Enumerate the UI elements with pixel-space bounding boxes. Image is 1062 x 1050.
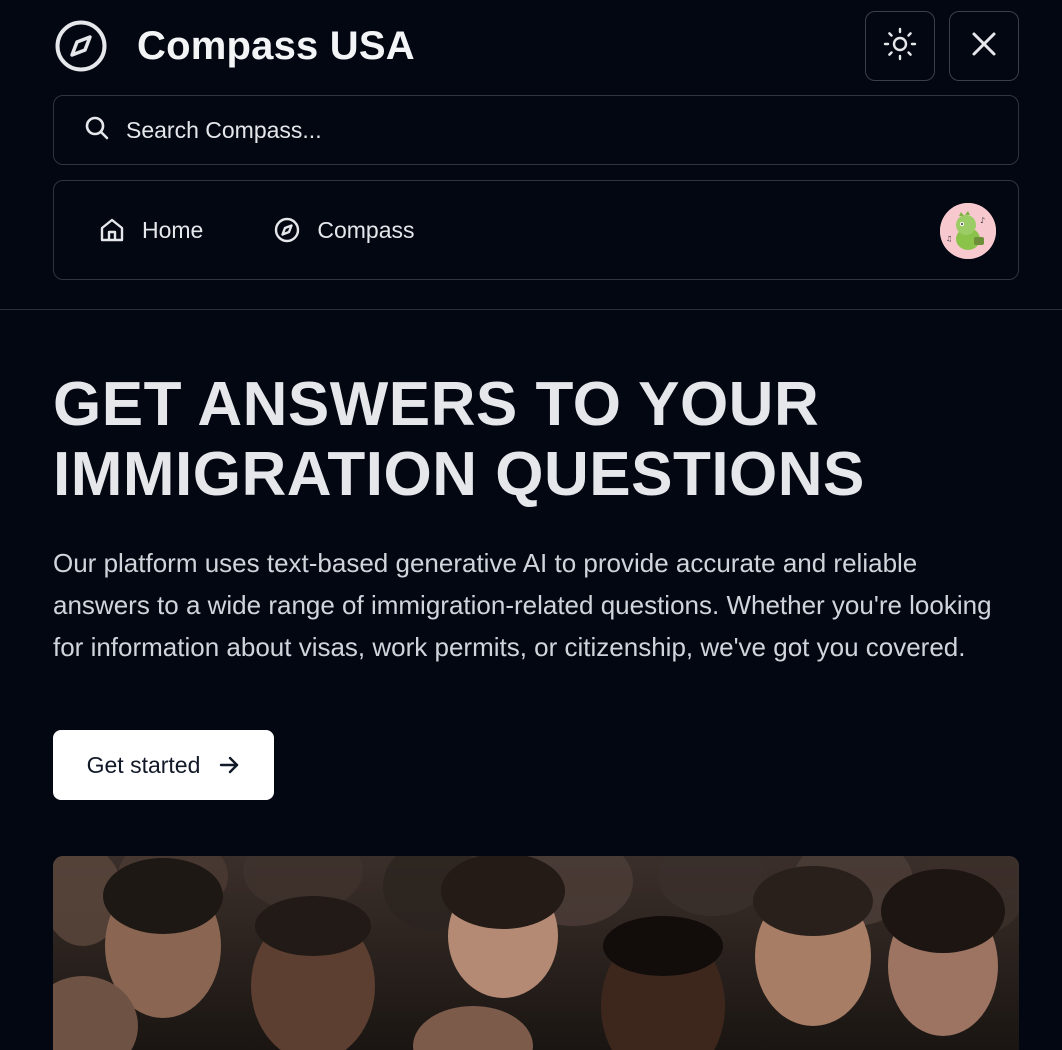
search-input[interactable] xyxy=(124,115,984,145)
hero-heading: GET ANSWERS TO YOUR IMMIGRATION QUESTION… xyxy=(53,370,865,509)
close-icon xyxy=(970,30,998,63)
sun-icon xyxy=(883,27,917,66)
nav-item-label: Compass xyxy=(317,216,415,243)
get-started-button[interactable]: Get started xyxy=(53,730,274,800)
theme-toggle-button[interactable] xyxy=(865,11,935,81)
hero-image xyxy=(53,856,1019,1050)
site-title: Compass USA xyxy=(137,23,415,68)
compass-icon xyxy=(273,216,301,244)
nav-item-home[interactable]: Home xyxy=(98,216,203,244)
home-icon xyxy=(98,216,126,244)
nav-item-compass[interactable]: Compass xyxy=(273,216,415,244)
avatar[interactable]: ♪ ♫ xyxy=(940,203,996,259)
nav-bar: Home Compass ♪ ♫ xyxy=(53,180,1019,280)
arrow-right-icon xyxy=(218,754,240,776)
site-header: Compass USA Search Compass... Home Compa… xyxy=(0,0,1062,310)
hero-description: Our platform uses text-based generative … xyxy=(53,548,992,662)
search-bar[interactable] xyxy=(53,95,1019,165)
close-menu-button[interactable] xyxy=(949,11,1019,81)
compass-icon xyxy=(53,18,109,74)
svg-text:♪: ♪ xyxy=(980,216,985,225)
brand[interactable]: Compass USA xyxy=(53,18,415,74)
get-started-label: Get started xyxy=(86,751,201,778)
search-icon xyxy=(84,115,110,146)
hero-section: GET ANSWERS TO YOUR IMMIGRATION QUESTION… xyxy=(53,370,1019,668)
nav-item-label: Home xyxy=(142,216,204,243)
svg-text:♫: ♫ xyxy=(946,235,952,243)
